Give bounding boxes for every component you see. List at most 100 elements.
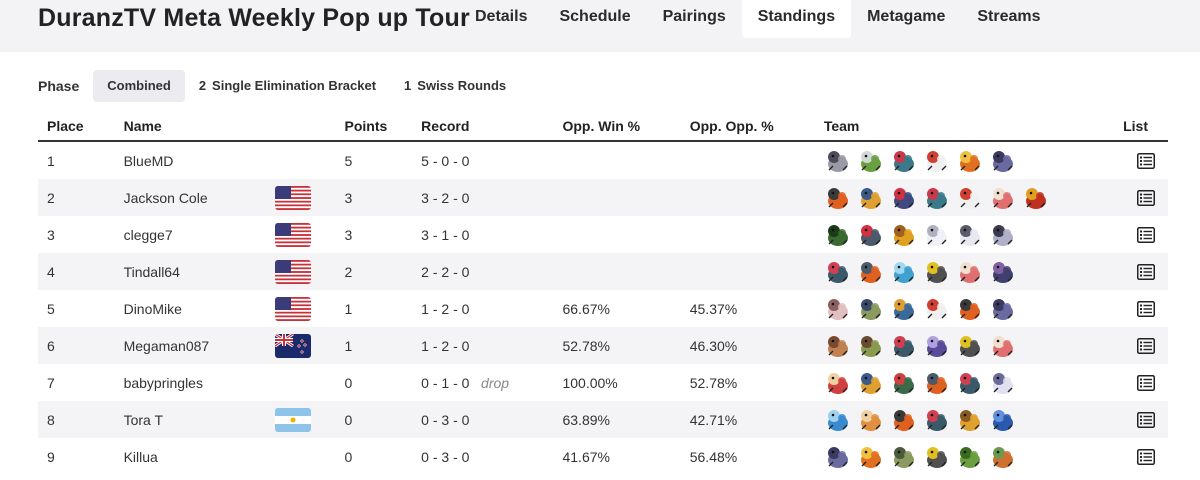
pokemon-sprite-icon[interactable] bbox=[956, 444, 984, 470]
player-name: DinoMike bbox=[123, 300, 182, 317]
phase-swiss-button[interactable]: 1 Swiss Rounds bbox=[390, 70, 520, 102]
pokemon-sprite-icon[interactable] bbox=[989, 333, 1017, 359]
pokemon-sprite-icon[interactable] bbox=[857, 185, 885, 211]
pokemon-sprite-icon[interactable] bbox=[824, 296, 852, 322]
col-name-header: Name bbox=[123, 112, 275, 142]
col-drop-header bbox=[481, 112, 563, 142]
tab-streams[interactable]: Streams bbox=[961, 0, 1056, 38]
opp-win-cell: 66.67% bbox=[562, 300, 610, 317]
pokemon-sprite-icon[interactable] bbox=[890, 185, 918, 211]
decklist-icon[interactable] bbox=[1136, 337, 1155, 355]
pokemon-sprite-icon[interactable] bbox=[890, 444, 918, 470]
pokemon-sprite-icon[interactable] bbox=[989, 148, 1017, 174]
list-cell bbox=[1123, 364, 1168, 401]
pokemon-sprite-icon[interactable] bbox=[890, 296, 918, 322]
drop-status bbox=[481, 290, 562, 327]
pokemon-sprite-icon[interactable] bbox=[989, 370, 1017, 396]
tab-schedule[interactable]: Schedule bbox=[543, 0, 646, 38]
pokemon-sprite-icon[interactable] bbox=[824, 148, 852, 174]
pokemon-sprite-icon[interactable] bbox=[824, 444, 852, 470]
pokemon-sprite-icon[interactable] bbox=[989, 407, 1017, 433]
record-cell: 2 - 2 - 0 bbox=[421, 253, 482, 290]
pokemon-sprite-icon[interactable] bbox=[923, 259, 951, 285]
pokemon-sprite-icon[interactable] bbox=[989, 185, 1017, 211]
pokemon-sprite-icon[interactable] bbox=[989, 444, 1017, 470]
decklist-icon[interactable] bbox=[1136, 448, 1155, 466]
pokemon-sprite-icon[interactable] bbox=[923, 222, 951, 248]
pokemon-sprite-icon[interactable] bbox=[890, 222, 918, 248]
pokemon-sprite-icon[interactable] bbox=[890, 333, 918, 359]
pokemon-sprite-icon[interactable] bbox=[923, 370, 951, 396]
pokemon-sprite-icon[interactable] bbox=[1022, 185, 1050, 211]
team-icons bbox=[824, 185, 1123, 211]
pokemon-sprite-icon[interactable] bbox=[890, 259, 918, 285]
tab-details[interactable]: Details bbox=[459, 0, 543, 38]
pokemon-sprite-icon[interactable] bbox=[956, 296, 984, 322]
pokemon-sprite-icon[interactable] bbox=[956, 222, 984, 248]
pokemon-sprite-icon[interactable] bbox=[956, 185, 984, 211]
tab-metagame[interactable]: Metagame bbox=[851, 0, 961, 38]
pokemon-sprite-icon[interactable] bbox=[857, 444, 885, 470]
pokemon-sprite-icon[interactable] bbox=[824, 185, 852, 211]
phase-label: Phase bbox=[38, 78, 80, 94]
phase-option-number: 1 bbox=[404, 78, 412, 93]
col-team-header: Team bbox=[823, 112, 1124, 142]
decklist-icon[interactable] bbox=[1136, 189, 1155, 207]
standings-row: 2 Jackson Cole 3 3 - 2 - 0 bbox=[38, 179, 1168, 216]
opp-win-cell bbox=[562, 216, 689, 253]
pokemon-sprite-icon[interactable] bbox=[923, 444, 951, 470]
pokemon-sprite-icon[interactable] bbox=[824, 407, 852, 433]
pokemon-sprite-icon[interactable] bbox=[890, 370, 918, 396]
pokemon-sprite-icon[interactable] bbox=[923, 185, 951, 211]
pokemon-sprite-icon[interactable] bbox=[857, 259, 885, 285]
tab-pairings[interactable]: Pairings bbox=[647, 0, 742, 38]
decklist-icon[interactable] bbox=[1136, 152, 1155, 170]
pokemon-sprite-icon[interactable] bbox=[824, 259, 852, 285]
pokemon-sprite-icon[interactable] bbox=[956, 370, 984, 396]
drop-status bbox=[481, 438, 562, 475]
pokemon-sprite-icon[interactable] bbox=[923, 296, 951, 322]
team-icons bbox=[824, 444, 1123, 470]
record-cell: 0 - 1 - 0 bbox=[421, 374, 470, 391]
record-cell: 0 - 3 - 0 bbox=[421, 448, 470, 465]
pokemon-sprite-icon[interactable] bbox=[956, 259, 984, 285]
pokemon-sprite-icon[interactable] bbox=[890, 148, 918, 174]
pokemon-sprite-icon[interactable] bbox=[857, 148, 885, 174]
decklist-icon[interactable] bbox=[1136, 263, 1155, 281]
decklist-icon[interactable] bbox=[1136, 374, 1155, 392]
pokemon-sprite-icon[interactable] bbox=[923, 333, 951, 359]
standings-row: 8 Tora T 00 - 3 - 0 63.89% 42.71% bbox=[38, 401, 1168, 438]
pokemon-sprite-icon[interactable] bbox=[824, 333, 852, 359]
flag-cell bbox=[275, 438, 345, 475]
pokemon-sprite-icon[interactable] bbox=[857, 407, 885, 433]
tab-standings[interactable]: Standings bbox=[741, 0, 852, 38]
pokemon-sprite-icon[interactable] bbox=[824, 370, 852, 396]
us-flag-icon bbox=[274, 259, 311, 284]
phase-single-elim-button[interactable]: 2 Single Elimination Bracket bbox=[185, 70, 390, 102]
team-cell bbox=[824, 364, 1123, 401]
pokemon-sprite-icon[interactable] bbox=[956, 407, 984, 433]
pokemon-sprite-icon[interactable] bbox=[923, 407, 951, 433]
pokemon-sprite-icon[interactable] bbox=[956, 333, 984, 359]
pokemon-sprite-icon[interactable] bbox=[989, 296, 1017, 322]
opp-opp-cell bbox=[690, 216, 824, 253]
points-cell: 2 bbox=[344, 253, 422, 290]
top-bar: DuranzTV Meta Weekly Pop up Tour Details… bbox=[0, 0, 1200, 52]
pokemon-sprite-icon[interactable] bbox=[989, 222, 1017, 248]
pokemon-sprite-icon[interactable] bbox=[890, 407, 918, 433]
pokemon-sprite-icon[interactable] bbox=[857, 296, 885, 322]
pokemon-sprite-icon[interactable] bbox=[989, 259, 1017, 285]
decklist-icon[interactable] bbox=[1136, 300, 1155, 318]
pokemon-sprite-icon[interactable] bbox=[824, 222, 852, 248]
drop-status bbox=[481, 141, 562, 179]
decklist-icon[interactable] bbox=[1136, 226, 1155, 244]
opp-win-cell: 100.00% bbox=[562, 374, 618, 391]
phase-combined-button[interactable]: Combined bbox=[93, 70, 185, 102]
decklist-icon[interactable] bbox=[1136, 411, 1155, 429]
team-cell bbox=[823, 327, 1124, 364]
pokemon-sprite-icon[interactable] bbox=[923, 148, 951, 174]
pokemon-sprite-icon[interactable] bbox=[857, 333, 885, 359]
pokemon-sprite-icon[interactable] bbox=[956, 148, 984, 174]
pokemon-sprite-icon[interactable] bbox=[857, 222, 885, 248]
pokemon-sprite-icon[interactable] bbox=[857, 370, 885, 396]
